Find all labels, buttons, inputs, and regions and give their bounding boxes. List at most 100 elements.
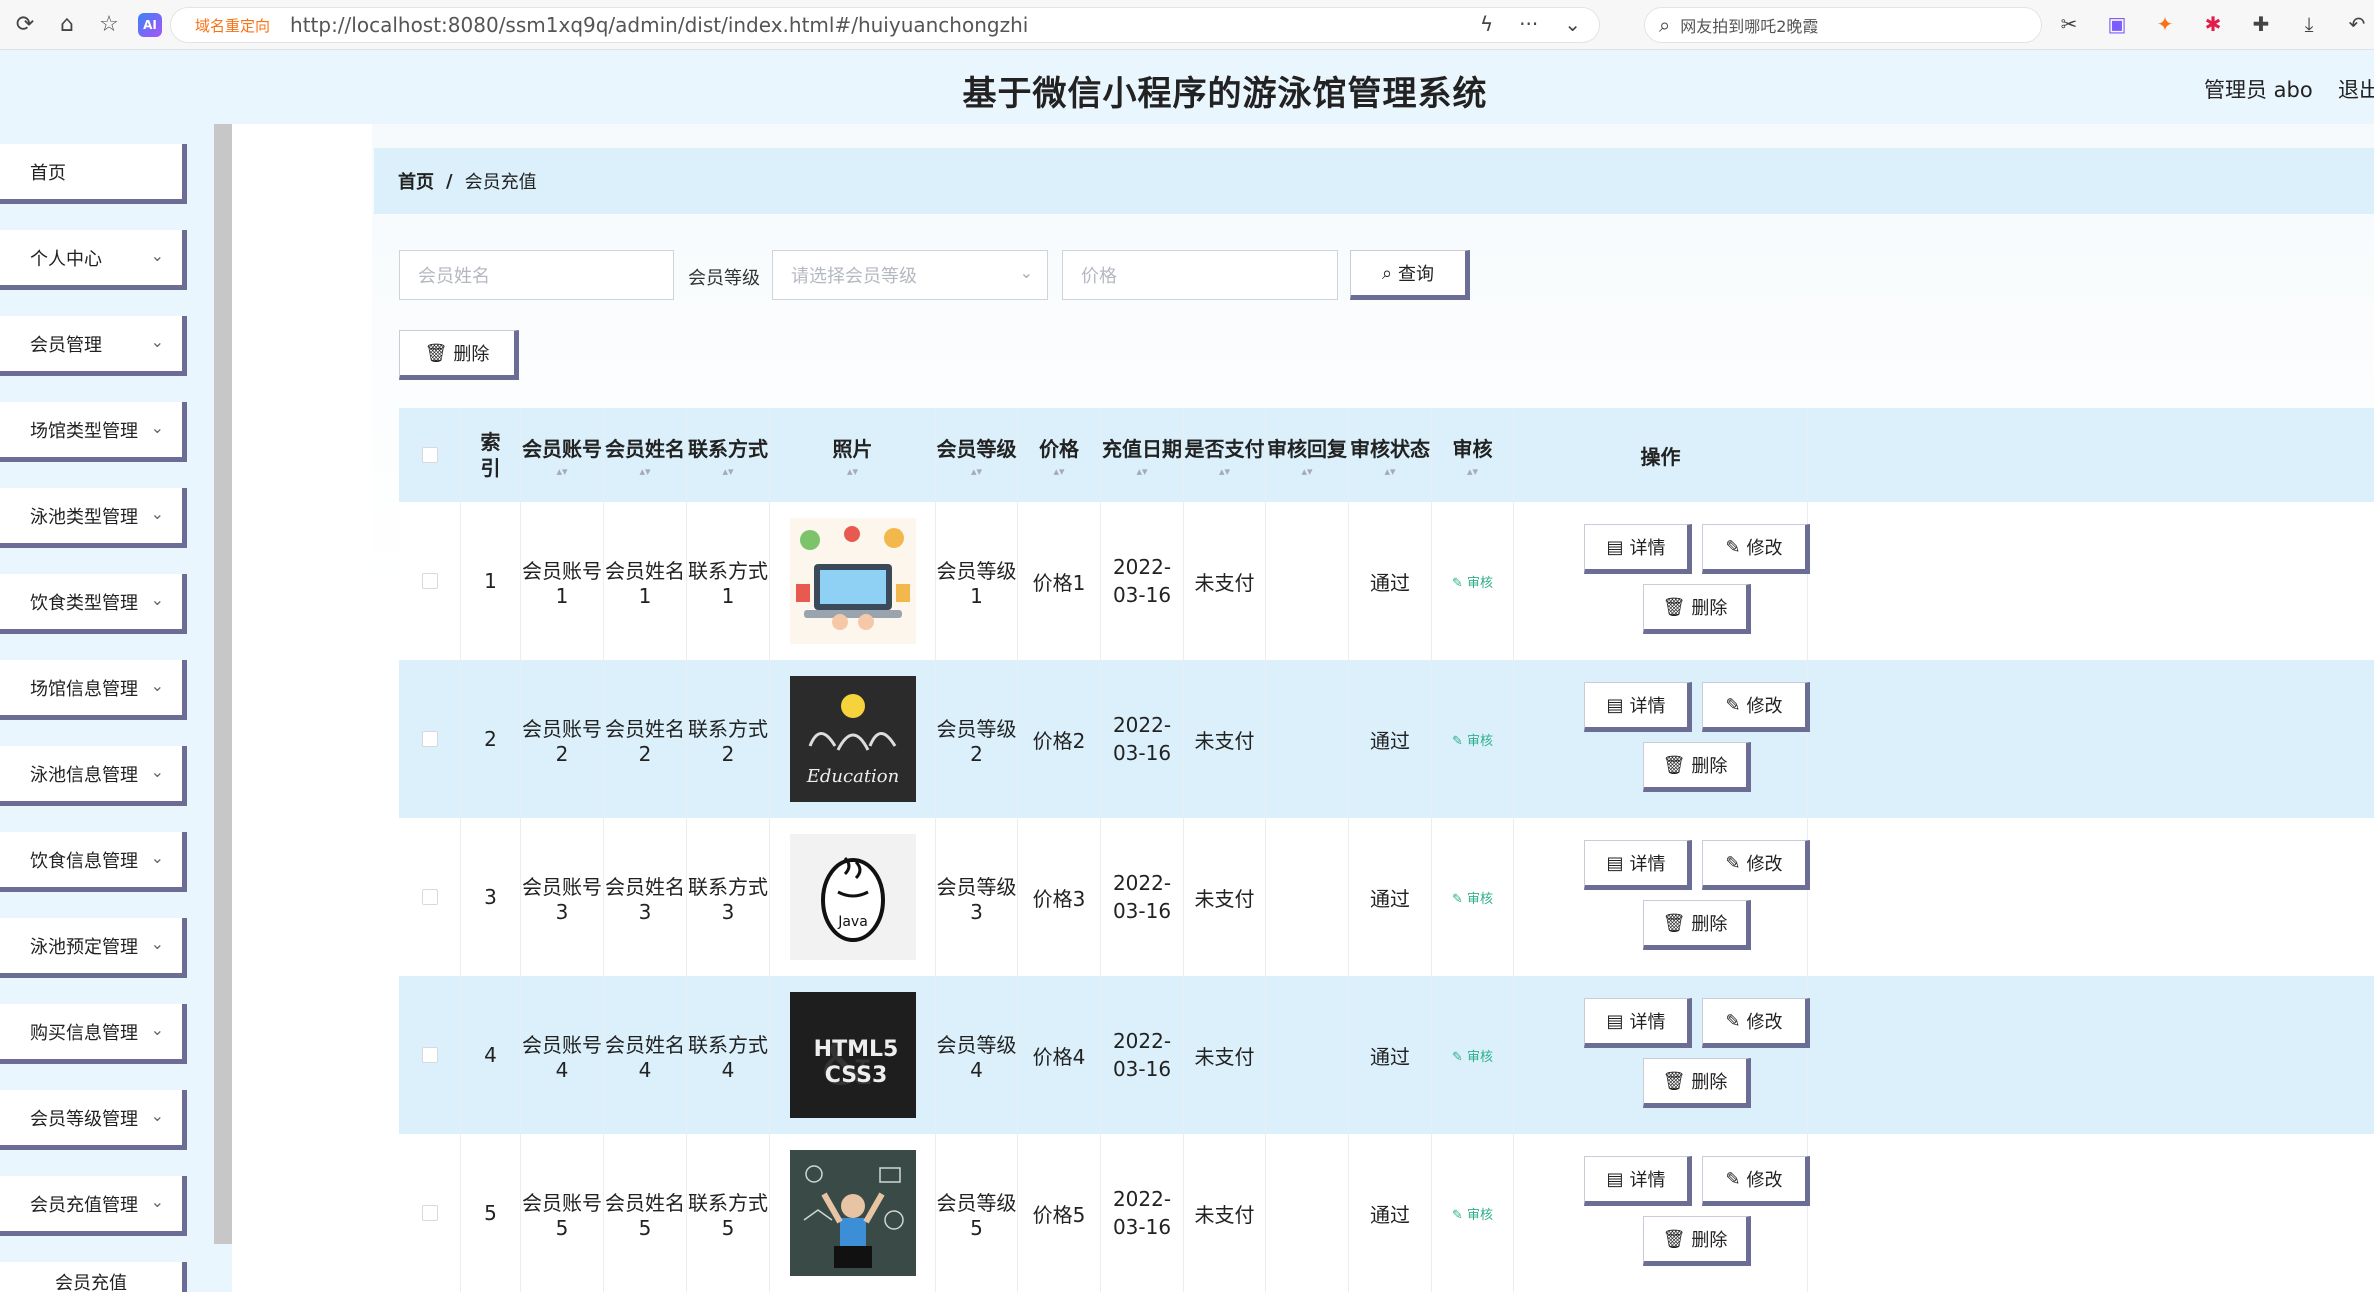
audit-cell[interactable]: ✎ 审核 (1432, 818, 1514, 976)
sidebar-item-12[interactable]: 会员充值管理 ⌄ (0, 1176, 187, 1236)
column-header[interactable]: 审核状态 ▴▾ (1349, 408, 1432, 502)
detail-button[interactable]: ▤ 详情 (1584, 840, 1692, 890)
search-button[interactable]: ⌕ 查询 (1350, 250, 1470, 300)
column-header[interactable]: 审核回复 ▴▾ (1266, 408, 1349, 502)
delete-button[interactable]: 🗑 删除 (1643, 742, 1751, 792)
column-header[interactable]: 会员账号 ▴▾ (521, 408, 604, 502)
detail-button[interactable]: ▤ 详情 (1584, 682, 1692, 732)
audit-cell[interactable]: ✎ 审核 (1432, 1134, 1514, 1292)
audit-cell[interactable]: ✎ 审核 (1432, 660, 1514, 818)
extension-red-icon[interactable]: ✱ (2200, 12, 2226, 36)
chevron-down-icon[interactable]: ⌄ (1564, 12, 1581, 36)
sort-icon[interactable]: ▴▾ (1384, 465, 1395, 478)
delete-button[interactable]: 🗑 删除 (1643, 900, 1751, 950)
audit-link[interactable]: ✎ 审核 (1452, 572, 1493, 591)
puzzle-icon[interactable]: ✚ (2248, 12, 2274, 36)
price-input[interactable]: 价格 (1062, 250, 1338, 300)
breadcrumb-home[interactable]: 首页 (398, 168, 434, 194)
row-checkbox[interactable] (421, 731, 438, 747)
select-all-checkbox[interactable] (421, 447, 438, 463)
edit-button[interactable]: ✎ 修改 (1702, 524, 1810, 574)
lightning-icon[interactable]: ϟ (1480, 12, 1493, 36)
undo-icon[interactable]: ↶ (2344, 12, 2370, 36)
translate-icon[interactable]: ▣ (2104, 12, 2130, 36)
sort-icon[interactable]: ▴▾ (1301, 465, 1312, 478)
batch-delete-button[interactable]: 🗑 删除 (399, 330, 519, 380)
member-photo (789, 1150, 916, 1276)
paid-value: 未支付 (1194, 570, 1255, 595)
sidebar-item-0[interactable]: 首页 (0, 144, 187, 204)
member-name-input[interactable]: 会员姓名 (399, 250, 674, 300)
sort-icon[interactable]: ▴▾ (722, 465, 733, 478)
audit-link[interactable]: ✎ 审核 (1452, 1204, 1493, 1223)
more-icon[interactable]: ··· (1519, 12, 1538, 36)
column-header[interactable]: 是否支付 ▴▾ (1184, 408, 1266, 502)
reload-icon[interactable]: ⟳ (8, 8, 42, 42)
sort-icon[interactable]: ▴▾ (847, 465, 858, 478)
sidebar-item-8[interactable]: 饮食信息管理 ⌄ (0, 832, 187, 892)
detail-button[interactable]: ▤ 详情 (1584, 998, 1692, 1048)
browser-search-box[interactable]: ⌕ 网友拍到哪吒2晚霞 (1644, 7, 2042, 43)
delete-button[interactable]: 🗑 删除 (1643, 1216, 1751, 1266)
url-text[interactable]: http://localhost:8080/ssm1xq9q/admin/dis… (290, 13, 1028, 37)
sidebar-item-11[interactable]: 会员等级管理 ⌄ (0, 1090, 187, 1150)
column-header[interactable]: 照片 ▴▾ (770, 408, 936, 502)
sort-icon[interactable]: ▴▾ (1467, 465, 1478, 478)
detail-button[interactable]: ▤ 详情 (1584, 524, 1692, 574)
column-header[interactable]: 审核 ▴▾ (1432, 408, 1514, 502)
delete-button[interactable]: 🗑 删除 (1643, 1058, 1751, 1108)
contact-cell: 联系方式1 (687, 502, 770, 660)
sidebar-subitem-recharge[interactable]: 会员充值 (0, 1262, 187, 1292)
audit-cell[interactable]: ✎ 审核 (1432, 976, 1514, 1134)
sidebar-item-label: 饮食类型管理 (30, 592, 138, 614)
bookmark-star-icon[interactable]: ☆ (92, 8, 126, 42)
member-level-select[interactable]: 请选择会员等级 ⌄ (772, 250, 1048, 300)
row-checkbox[interactable] (421, 1205, 438, 1221)
audit-link[interactable]: ✎ 审核 (1452, 730, 1493, 749)
sidebar-item-7[interactable]: 泳池信息管理 ⌄ (0, 746, 187, 806)
sidebar-item-9[interactable]: 泳池预定管理 ⌄ (0, 918, 187, 978)
search-suggestion[interactable]: 网友拍到哪吒2晚霞 (1680, 13, 1818, 37)
column-header[interactable]: 充值日期 ▴▾ (1101, 408, 1184, 502)
sidebar-item-1[interactable]: 个人中心 ⌄ (0, 230, 187, 290)
row-select-cell (399, 976, 461, 1134)
edit-button[interactable]: ✎ 修改 (1702, 998, 1810, 1048)
delete-button[interactable]: 🗑 删除 (1643, 584, 1751, 634)
sort-icon[interactable]: ▴▾ (1219, 465, 1230, 478)
sidebar-item-4[interactable]: 泳池类型管理 ⌄ (0, 488, 187, 548)
edit-button[interactable]: ✎ 修改 (1702, 682, 1810, 732)
document-icon: ▤ (1606, 1168, 1624, 1190)
download-icon[interactable]: ⤓ (2296, 12, 2322, 36)
audit-cell[interactable]: ✎ 审核 (1432, 502, 1514, 660)
scissors-icon[interactable]: ✂ (2056, 12, 2082, 36)
logout-link[interactable]: 退出登录 (2338, 74, 2374, 104)
row-checkbox[interactable] (421, 573, 438, 589)
sort-icon[interactable]: ▴▾ (1136, 465, 1147, 478)
row-checkbox[interactable] (421, 1047, 438, 1063)
ai-assistant-icon[interactable]: AI (138, 12, 162, 37)
detail-button[interactable]: ▤ 详情 (1584, 1156, 1692, 1206)
sidebar-scrollbar[interactable] (214, 124, 232, 1244)
audit-link[interactable]: ✎ 审核 (1452, 888, 1493, 907)
column-header[interactable]: 会员姓名 ▴▾ (604, 408, 687, 502)
row-checkbox[interactable] (421, 889, 438, 905)
audit-link[interactable]: ✎ 审核 (1452, 1046, 1493, 1065)
sidebar-item-2[interactable]: 会员管理 ⌄ (0, 316, 187, 376)
sort-icon[interactable]: ▴▾ (639, 465, 650, 478)
sort-icon[interactable]: ▴▾ (1053, 465, 1064, 478)
sidebar-item-6[interactable]: 场馆信息管理 ⌄ (0, 660, 187, 720)
address-bar[interactable]: 域名重定向 http://localhost:8080/ssm1xq9q/adm… (170, 7, 1600, 43)
sort-icon[interactable]: ▴▾ (556, 465, 567, 478)
column-header[interactable]: 联系方式 ▴▾ (687, 408, 770, 502)
sidebar-item-10[interactable]: 购买信息管理 ⌄ (0, 1004, 187, 1064)
home-icon[interactable]: ⌂ (50, 8, 84, 42)
column-header[interactable]: 会员等级 ▴▾ (936, 408, 1018, 502)
column-header[interactable]: 价格 ▴▾ (1018, 408, 1101, 502)
sidebar-item-5[interactable]: 饮食类型管理 ⌄ (0, 574, 187, 634)
sort-icon[interactable]: ▴▾ (971, 465, 982, 478)
edit-button[interactable]: ✎ 修改 (1702, 1156, 1810, 1206)
trash-icon: 🗑 (424, 342, 448, 364)
edit-button[interactable]: ✎ 修改 (1702, 840, 1810, 890)
game-icon[interactable]: ✦ (2152, 12, 2178, 36)
sidebar-item-3[interactable]: 场馆类型管理 ⌄ (0, 402, 187, 462)
